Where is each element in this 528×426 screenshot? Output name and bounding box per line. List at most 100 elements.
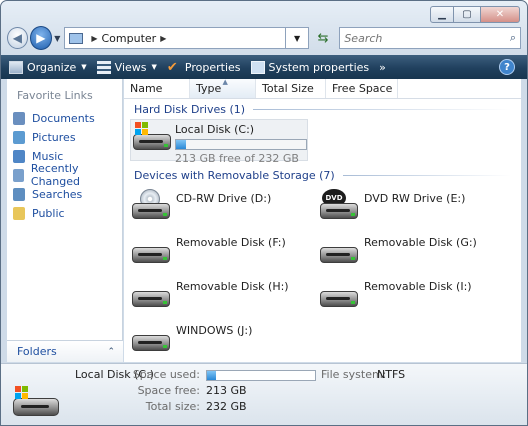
folders-toggle[interactable]: Folders ⌃ — [7, 340, 123, 362]
total-size-label: Total size: — [145, 400, 200, 413]
favorite-link-label: Documents — [32, 111, 95, 125]
favorite-link-pictures[interactable]: Pictures — [7, 128, 122, 146]
address-bar[interactable]: ▶ Computer ▶ — [64, 27, 287, 49]
local-disk-usage-bar — [175, 139, 307, 150]
group-header-hard-disks[interactable]: Hard Disk Drives (1) — [124, 101, 521, 117]
maximize-button[interactable]: ▢ — [454, 6, 480, 23]
favorite-link-label: Music — [32, 149, 64, 163]
device-item[interactable]: Removable Disk (G:) — [318, 233, 477, 267]
total-size-value: 232 GB — [206, 400, 247, 413]
views-button[interactable]: Views ▼ — [96, 60, 157, 74]
close-button[interactable]: ✕ — [480, 6, 520, 23]
more-commands-button[interactable]: » — [379, 61, 386, 74]
device-name: WINDOWS (J:) — [176, 324, 253, 337]
group-divider — [342, 174, 511, 176]
public-folder-icon — [13, 206, 25, 220]
device-name: Removable Disk (I:) — [364, 280, 472, 293]
views-icon — [96, 60, 111, 74]
removable-disk-icon — [318, 233, 360, 267]
breadcrumb-separator-icon[interactable]: ▶ — [91, 34, 97, 43]
properties-checkmark-icon: ✔ — [166, 59, 178, 75]
views-label: Views — [114, 60, 147, 74]
breadcrumb-chevron-icon[interactable]: ▶ — [160, 34, 166, 43]
caption-buttons: ▁ ▢ ✕ — [430, 6, 520, 23]
sort-indicator-icon: ▲ — [222, 78, 228, 86]
removable-disk-icon — [318, 277, 360, 311]
system-properties-icon — [250, 60, 265, 74]
local-disk-name: Local Disk (C:) — [175, 123, 255, 136]
search-box[interactable]: ⌕ — [339, 27, 521, 49]
device-item[interactable]: WINDOWS (J:) — [130, 321, 252, 355]
column-header-type[interactable]: ▲ Type — [190, 78, 256, 98]
favorite-links-title: Favorite Links — [17, 89, 93, 102]
recently-changed-icon — [13, 168, 24, 182]
usage-fill — [207, 371, 216, 380]
computer-icon — [69, 32, 84, 44]
forward-button[interactable]: ▶ — [29, 26, 53, 50]
search-input[interactable] — [344, 31, 505, 45]
chevron-down-icon: ▼ — [151, 63, 157, 71]
device-item[interactable]: Removable Disk (F:) — [130, 233, 286, 267]
favorite-link-label: Searches — [32, 187, 83, 201]
column-header-total-size[interactable]: Total Size — [256, 79, 326, 98]
file-system-value: NTFS — [377, 368, 406, 381]
selected-drive-icon — [11, 384, 61, 424]
favorite-link-public[interactable]: Public — [7, 204, 122, 222]
navigation-pane: Favorite Links Documents Pictures Music Rec… — [7, 79, 123, 362]
system-properties-label: System properties — [268, 60, 370, 74]
favorite-link-documents[interactable]: Documents — [7, 109, 122, 127]
hard-disk-icon — [131, 120, 171, 154]
column-header-name[interactable]: Name — [124, 79, 190, 98]
organize-icon — [9, 60, 23, 74]
local-disk-free-text: 213 GB free of 232 GB — [175, 152, 299, 165]
favorite-link-label: Public — [32, 206, 65, 220]
group-header-removable[interactable]: Devices with Removable Storage (7) — [124, 167, 521, 183]
address-dropdown-button[interactable]: ▼ — [286, 27, 309, 49]
local-disk-c-item[interactable]: Local Disk (C:) 213 GB free of 232 GB — [130, 119, 308, 165]
minimize-button[interactable]: ▁ — [430, 6, 454, 23]
windows-logo-icon — [15, 386, 28, 399]
column-headers: Name ▲ Type Total Size Free Space — [124, 78, 521, 99]
refresh-button[interactable]: ⇆ — [313, 27, 334, 49]
recent-pages-dropdown[interactable]: ▼ — [54, 34, 60, 43]
properties-label: Properties — [184, 60, 241, 74]
removable-disk-icon — [130, 321, 172, 355]
device-item[interactable]: DVD DVD RW Drive (E:) — [318, 189, 465, 223]
device-item[interactable]: Removable Disk (H:) — [130, 277, 289, 311]
device-name: DVD RW Drive (E:) — [364, 192, 466, 205]
search-icon[interactable]: ⌕ — [510, 31, 516, 45]
refresh-icon: ⇆ — [317, 30, 329, 46]
space-used-label: Space used: — [132, 368, 200, 381]
space-free-label: Space free: — [137, 384, 200, 397]
usage-fill — [176, 140, 187, 149]
pictures-icon — [13, 130, 25, 144]
content-pane: Name ▲ Type Total Size Free Space Hard Di… — [124, 78, 521, 362]
dvd-drive-icon: DVD — [318, 189, 360, 223]
organize-button[interactable]: Organize ▼ — [9, 60, 87, 74]
favorite-link-recently-changed[interactable]: Recently Changed — [7, 162, 122, 188]
properties-button[interactable]: ✔ Properties — [167, 61, 241, 74]
device-item[interactable]: Removable Disk (I:) — [318, 277, 472, 311]
folders-label: Folders — [17, 345, 57, 358]
details-pane: Local Disk (C:) Space used: File system:… — [1, 363, 527, 425]
system-properties-button[interactable]: System properties — [250, 60, 370, 74]
cd-drive-icon — [130, 189, 172, 223]
favorite-link-label: Pictures — [32, 130, 76, 144]
more-chevron-icon: » — [379, 60, 386, 74]
favorite-links-list: Documents Pictures Music Recently Changed Se… — [7, 109, 122, 222]
help-button[interactable]: ? — [499, 59, 515, 75]
device-name: Removable Disk (H:) — [176, 280, 289, 293]
organize-label: Organize — [27, 60, 77, 74]
music-icon — [13, 149, 25, 163]
device-name: Removable Disk (G:) — [364, 236, 477, 249]
chevron-down-icon: ▼ — [293, 33, 301, 43]
address-row: ◀ ▶ ▼ ▶ Computer ▶ ▼ ⇆ ⌕ — [7, 25, 521, 51]
device-item[interactable]: CD-RW Drive (D:) — [130, 189, 271, 223]
back-button[interactable]: ◀ — [7, 27, 28, 49]
favorite-link-label: Recently Changed — [30, 162, 81, 188]
column-header-free-space[interactable]: Free Space — [326, 79, 398, 98]
space-free-value: 213 GB — [206, 384, 247, 397]
device-name: Removable Disk (F:) — [176, 236, 286, 249]
explorer-window: ▁ ▢ ✕ ◀ ▶ ▼ ▶ Computer ▶ ▼ ⇆ ⌕ Organize … — [0, 0, 528, 426]
breadcrumb-computer[interactable]: Computer — [102, 32, 157, 45]
